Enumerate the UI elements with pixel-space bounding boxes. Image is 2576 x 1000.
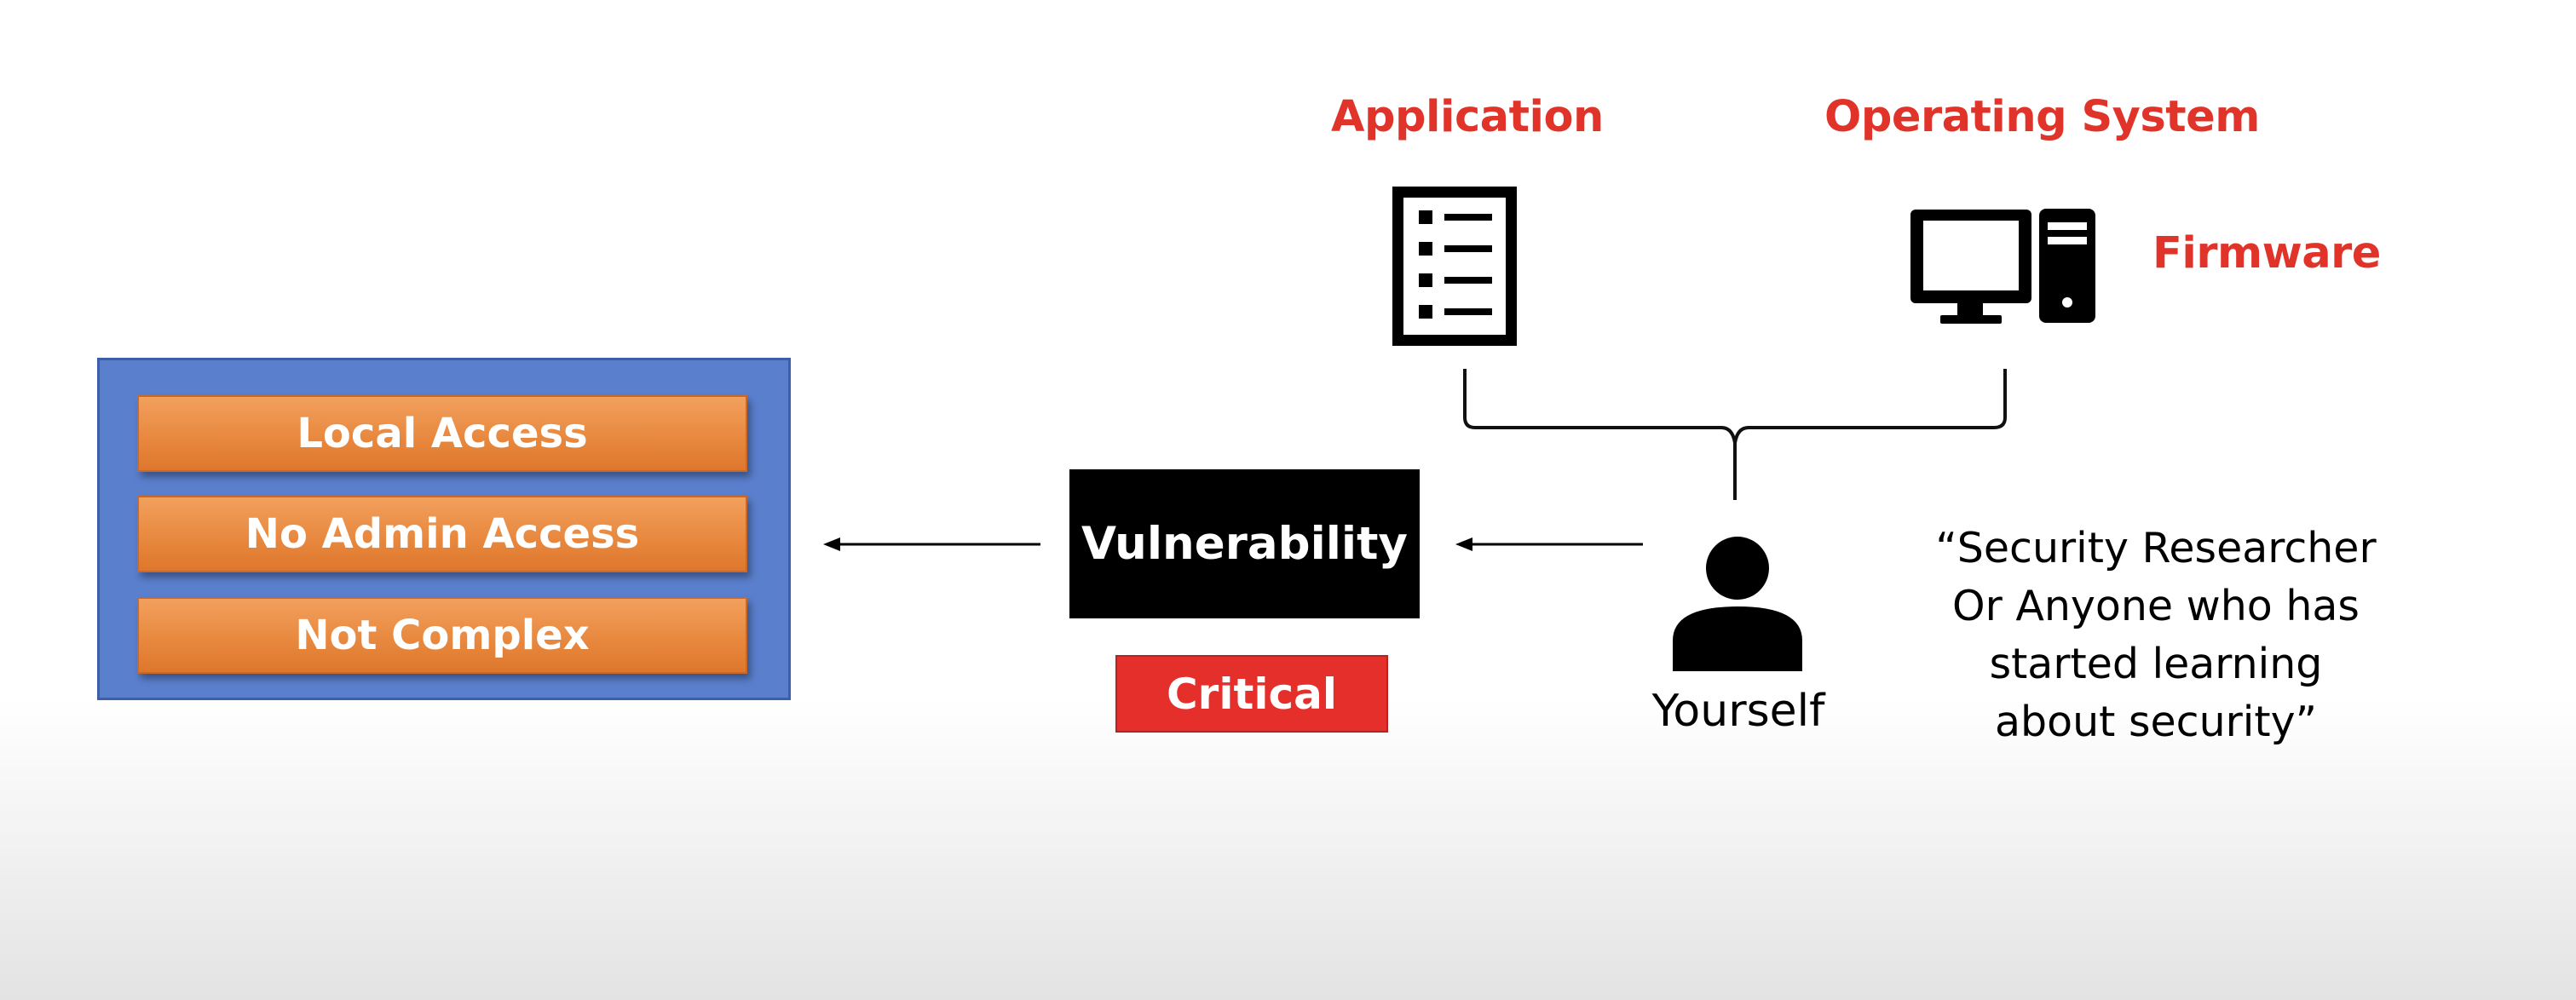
desktop-computer-icon bbox=[1910, 209, 2095, 324]
researcher-quote: “Security Researcher Or Anyone who has s… bbox=[1909, 520, 2403, 751]
grouping-brace bbox=[1463, 369, 2007, 500]
yourself-label: Yourself bbox=[1651, 686, 1825, 737]
quote-line: “Security Researcher bbox=[1935, 524, 2377, 572]
condition-no-admin-access: No Admin Access bbox=[137, 496, 747, 572]
condition-local-access: Local Access bbox=[137, 395, 747, 472]
vulnerability-box: Vulnerability bbox=[1069, 469, 1420, 618]
quote-line: started learning bbox=[1989, 640, 2323, 688]
condition-not-complex: Not Complex bbox=[137, 597, 747, 674]
arrow-yourself-to-vulnerability bbox=[1455, 537, 1643, 551]
quote-line: Or Anyone who has bbox=[1952, 582, 2360, 630]
slide: Application Operating System Firmware Lo… bbox=[0, 0, 2576, 1000]
exploit-conditions-box: Local Access No Admin Access Not Complex bbox=[97, 358, 791, 700]
document-list-icon bbox=[1392, 187, 1517, 346]
quote-line: about security” bbox=[1995, 698, 2317, 746]
arrow-vulnerability-to-conditions bbox=[823, 537, 1040, 551]
person-icon bbox=[1673, 537, 1802, 671]
critical-severity-badge: Critical bbox=[1115, 655, 1388, 733]
